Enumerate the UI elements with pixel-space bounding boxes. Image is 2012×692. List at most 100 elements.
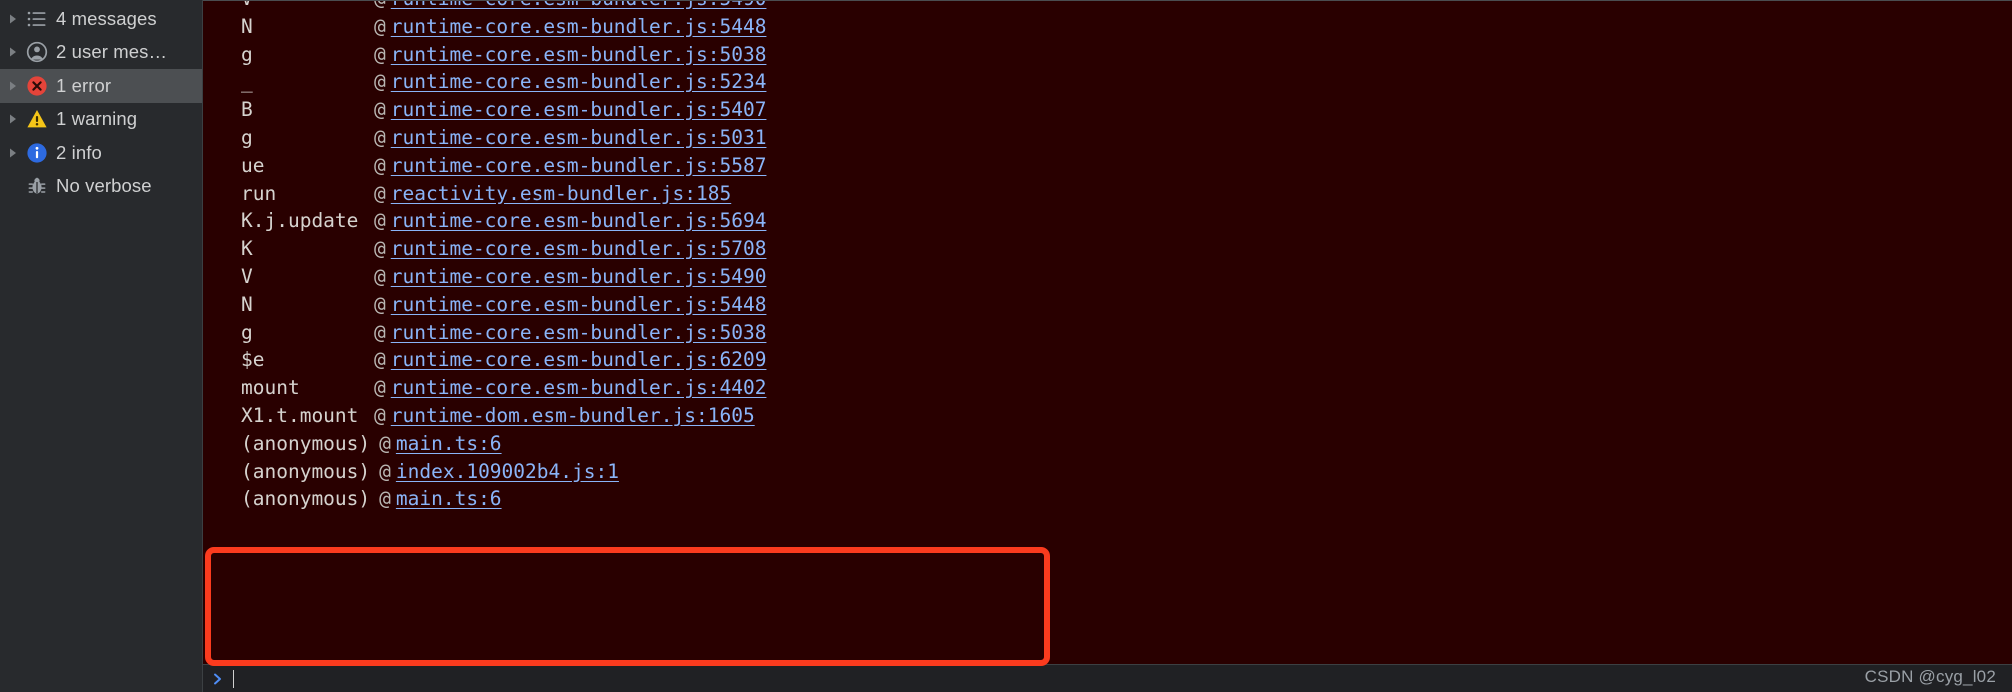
console-input[interactable] (234, 665, 2012, 692)
stack-frame-function-name: g (241, 125, 253, 149)
stack-frame-row: g @ runtime-core.esm-bundler.js:5038 (203, 321, 2012, 349)
at-symbol: @ (374, 125, 386, 149)
stack-frame-function-name: mount (241, 376, 300, 400)
user-icon (21, 41, 53, 63)
stack-frame-row: ue @ runtime-core.esm-bundler.js:5587 (203, 154, 2012, 182)
source-link[interactable]: runtime-core.esm-bundler.js:5038 (391, 321, 767, 344)
console-prompt-bar[interactable] (203, 664, 2012, 692)
source-link[interactable]: runtime-core.esm-bundler.js:5708 (391, 237, 767, 260)
at-symbol: @ (374, 98, 386, 122)
stack-frame-function-name: (anonymous) (241, 487, 371, 511)
at-symbol: @ (374, 320, 386, 344)
sidebar-item-label: 4 messages (56, 7, 157, 29)
at-symbol: @ (374, 153, 386, 177)
stack-frame-row: V @runtime-core.esm-bundler.js:5490 (203, 265, 2012, 293)
at-symbol: @ (374, 70, 386, 94)
sidebar-item-4-messages[interactable]: 4 messages (0, 2, 202, 36)
stack-frame-function-name: V (241, 1, 374, 10)
source-link[interactable]: runtime-core.esm-bundler.js:5031 (391, 126, 767, 149)
source-link[interactable]: runtime-core.esm-bundler.js:5448 (391, 15, 767, 38)
console-message-pane[interactable]: V@runtime-core.esm-bundler.js:5490N@runt… (203, 0, 2012, 692)
stack-frame-row: K @ runtime-core.esm-bundler.js:5708 (203, 237, 2012, 265)
stack-frame-function-name: (anonymous) (241, 459, 371, 483)
chevron-right-icon[interactable] (4, 13, 21, 25)
source-link[interactable]: runtime-core.esm-bundler.js:5694 (391, 209, 767, 232)
source-link[interactable]: runtime-core.esm-bundler.js:5490 (391, 1, 767, 10)
source-link[interactable]: runtime-core.esm-bundler.js:5490 (391, 265, 767, 288)
source-link[interactable]: runtime-core.esm-bundler.js:5234 (391, 70, 767, 93)
at-symbol: @ (379, 487, 391, 511)
stack-frame-function-name: V (241, 264, 253, 288)
at-symbol: @ (374, 292, 386, 316)
prompt-chevron-icon (203, 672, 233, 686)
stack-frame-function-name: N (241, 14, 253, 38)
console-sidebar: 4 messages 2 user mes… 1 error 1 warning 2 i… (0, 0, 203, 692)
at-symbol: @ (379, 431, 391, 455)
at-symbol: @ (374, 376, 386, 400)
stack-frame-row: N @ runtime-core.esm-bundler.js:5448 (203, 15, 2012, 43)
at-symbol: @ (379, 459, 391, 483)
at-symbol: @ (374, 1, 386, 10)
sidebar-item-label: 1 warning (56, 108, 138, 130)
sidebar-item-label: 2 user mes… (56, 41, 168, 63)
at-symbol: @ (374, 14, 386, 38)
source-link[interactable]: reactivity.esm-bundler.js:185 (391, 182, 731, 205)
at-symbol: @ (374, 209, 386, 233)
devtools-console-window: 4 messages 2 user mes… 1 error 1 warning 2 i… (0, 0, 2012, 692)
stack-frame-row: K.j.update @ runtime-core.esm-bundler.js:5… (203, 209, 2012, 237)
sidebar-item-no-verbose[interactable]: No verbose (0, 170, 202, 204)
chevron-right-icon[interactable] (4, 46, 21, 58)
stack-frame-function-name: K.j.update (241, 209, 359, 233)
source-link[interactable]: runtime-core.esm-bundler.js:5587 (391, 154, 767, 177)
sidebar-item-2-info[interactable]: 2 info (0, 136, 202, 170)
error-icon (21, 75, 53, 97)
sidebar-item-1-error[interactable]: 1 error (0, 69, 202, 103)
stack-frame-function-name: K (241, 237, 253, 261)
stack-frame-row: (anonymous) @ main.ts:6 (203, 432, 2012, 460)
source-link[interactable]: runtime-core.esm-bundler.js:6209 (391, 348, 767, 371)
source-link[interactable]: runtime-core.esm-bundler.js:5448 (391, 293, 767, 316)
stack-frame-function-name: g (241, 42, 253, 66)
stack-frame-row: run @ reactivity.esm-bundler.js:185 (203, 182, 2012, 210)
at-symbol: @ (374, 181, 386, 205)
source-link[interactable]: main.ts:6 (396, 432, 502, 455)
sidebar-item-label: No verbose (56, 175, 152, 197)
chevron-right-icon[interactable] (4, 147, 21, 159)
stack-frame-row: N @ runtime-core.esm-bundler.js:5448 (203, 293, 2012, 321)
source-link[interactable]: runtime-core.esm-bundler.js:5407 (391, 98, 767, 121)
sidebar-item-1-warning[interactable]: 1 warning (0, 103, 202, 137)
stack-frame-row: X1.t.mount @ runtime-dom.esm-bundler.js:16… (203, 404, 2012, 432)
source-link[interactable]: main.ts:6 (396, 487, 502, 510)
info-icon (21, 142, 53, 164)
source-link[interactable]: index.109002b4.js:1 (396, 460, 619, 483)
stack-frame-function-name: B (241, 98, 253, 122)
stack-frame-row: _ @ runtime-core.esm-bundler.js:5234 (203, 70, 2012, 98)
at-symbol: @ (374, 237, 386, 261)
sidebar-item-2-user-mes[interactable]: 2 user mes… (0, 36, 202, 70)
stack-frame-function-name: $e (241, 348, 265, 372)
at-symbol: @ (374, 264, 386, 288)
stack-frame-function-name: _ (241, 70, 253, 94)
stack-trace-list: V@runtime-core.esm-bundler.js:5490N@runt… (203, 1, 2012, 515)
list-icon (21, 8, 53, 30)
stack-frame-row: V@ runtime-core.esm-bundler.js:5490 (203, 1, 2012, 15)
sidebar-item-label: 2 info (56, 141, 102, 163)
stack-frame-function-name: g (241, 320, 253, 344)
source-link[interactable]: runtime-core.esm-bundler.js:4402 (391, 376, 767, 399)
at-symbol: @ (374, 348, 386, 372)
stack-frame-function-name: (anonymous) (241, 431, 371, 455)
stack-frame-row: g @ runtime-core.esm-bundler.js:5031 (203, 126, 2012, 154)
stack-frame-function-name: ue (241, 153, 265, 177)
at-symbol: @ (374, 403, 386, 427)
chevron-right-icon[interactable] (4, 113, 21, 125)
sidebar-item-label: 1 error (56, 74, 112, 96)
stack-frame-row: (anonymous) @ index.109002b4.js:1 (203, 460, 2012, 488)
stack-frame-row: mount @ runtime-core.esm-bundler.js:4402 (203, 376, 2012, 404)
chevron-right-icon[interactable] (4, 80, 21, 92)
warning-icon (21, 108, 53, 130)
source-link[interactable]: runtime-core.esm-bundler.js:5038 (391, 43, 767, 66)
stack-frame-row: (anonymous) @ main.ts:6 (203, 487, 2012, 515)
stack-frame-function-name: N (241, 292, 253, 316)
source-link[interactable]: runtime-dom.esm-bundler.js:1605 (391, 404, 755, 427)
stack-frame-function-name: X1.t.mount (241, 403, 359, 427)
